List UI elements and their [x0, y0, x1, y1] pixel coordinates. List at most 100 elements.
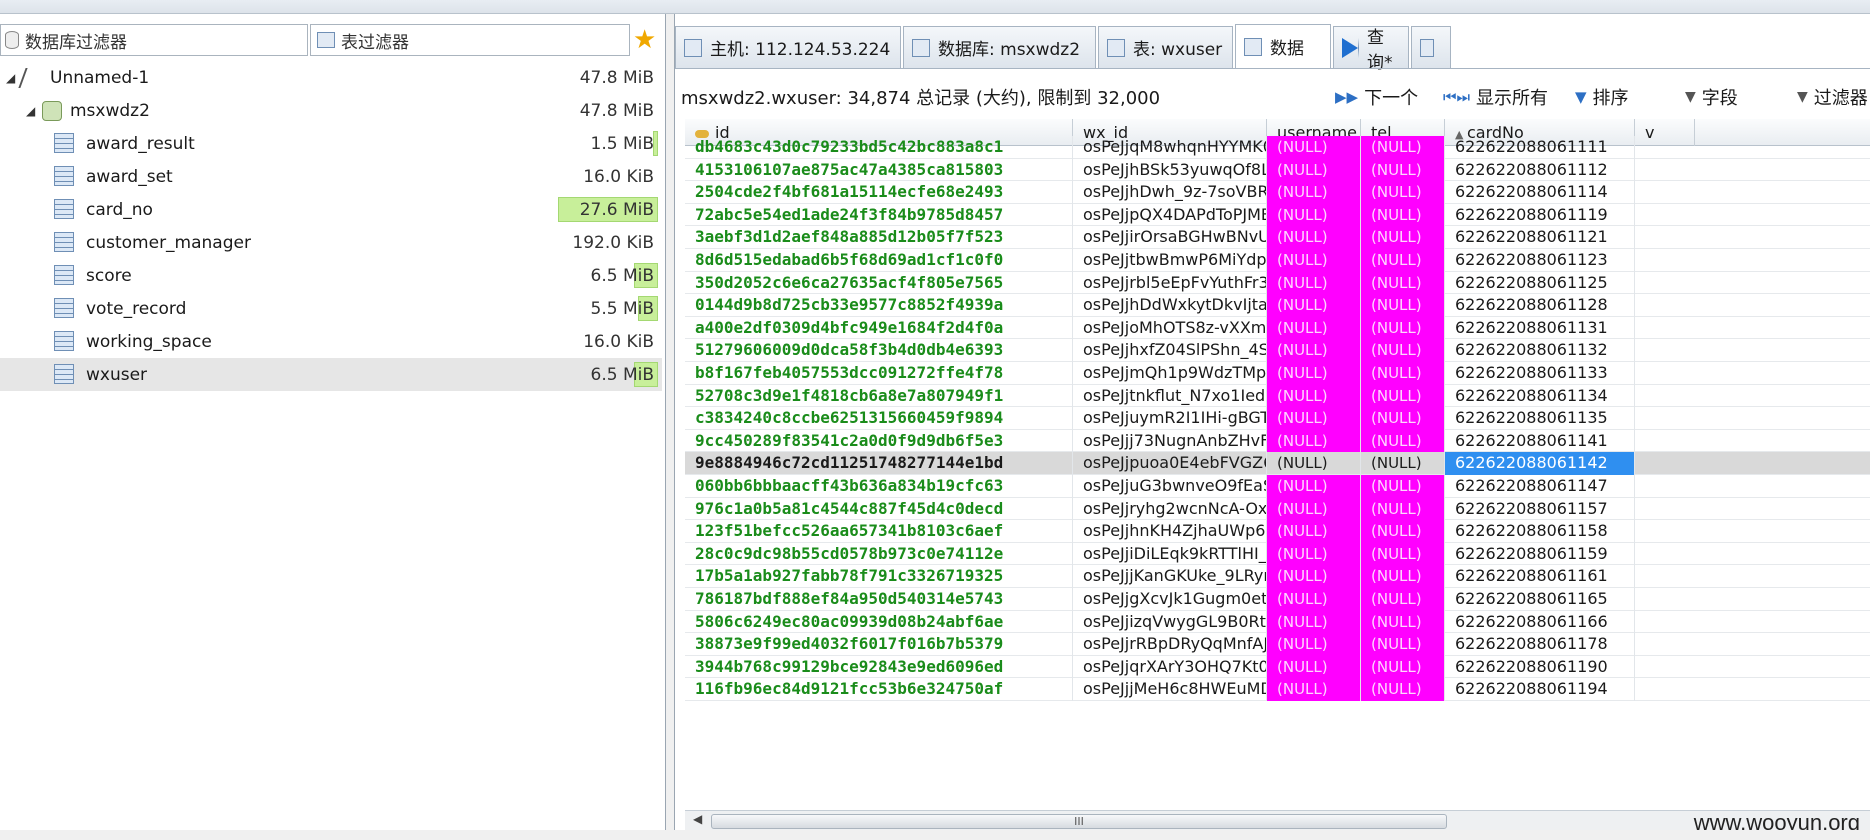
cell-wx_id[interactable]: osPeJjhDwh_9z-7soVBRia2ZP_Sk: [1073, 181, 1267, 204]
cell-username[interactable]: (NULL): [1267, 542, 1361, 566]
cell-tel[interactable]: (NULL): [1361, 316, 1445, 340]
cell-cardno[interactable]: 622622088061133: [1445, 362, 1635, 385]
favorite-star-icon[interactable]: ★: [633, 24, 656, 56]
cell-cardno[interactable]: 622622088061141: [1445, 429, 1635, 453]
cell-tel[interactable]: (NULL): [1361, 203, 1445, 227]
tree-item-score[interactable]: score 6.5 MiB: [0, 259, 662, 292]
cell-tel[interactable]: (NULL): [1361, 610, 1445, 634]
cell-id[interactable]: 3aebf3d1d2aef848a885d12b05f7f523: [685, 226, 1073, 249]
cell-id[interactable]: 9e8884946c72cd11251748277144e1bd: [685, 452, 1073, 475]
cell-wx_id[interactable]: osPeJjhDdWxkytDkvIjtak1De6dI: [1073, 294, 1267, 317]
cell-id[interactable]: a400e2df0309d4bfc949e1684f2d4f0a: [685, 316, 1073, 340]
cell-id[interactable]: 17b5a1ab927fabb78f791c3326719325: [685, 565, 1073, 588]
tree-item-award-result[interactable]: award_result 1.5 MiB: [0, 127, 662, 160]
cell-tel[interactable]: (NULL): [1361, 655, 1445, 679]
cell-username[interactable]: (NULL): [1267, 678, 1361, 701]
table-row[interactable]: a400e2df0309d4bfc949e1684f2d4f0a osPeJjoM…: [685, 316, 1870, 340]
database-filter-input[interactable]: 数据库过滤器: [0, 24, 308, 56]
table-row[interactable]: 5806c6249ec80ac09939d08b24abf6ae osPeJjiz…: [685, 610, 1870, 634]
table-row[interactable]: 4153106107ae875ac47a4385ca815803 osPeJjhB…: [685, 158, 1870, 182]
tree-item-award-set[interactable]: award_set 16.0 KiB: [0, 160, 662, 193]
cell-tel[interactable]: (NULL): [1361, 565, 1445, 588]
tab-data-grid[interactable]: 数据: [1235, 24, 1331, 68]
cell-username[interactable]: (NULL): [1267, 429, 1361, 453]
cell-tel[interactable]: (NULL): [1361, 475, 1445, 498]
scrollbar-thumb[interactable]: III: [711, 814, 1447, 829]
table-row[interactable]: c3834240c8ccbe6251315660459f9894 osPeJjuy…: [685, 407, 1870, 430]
cell-cardno[interactable]: 622622088061128: [1445, 294, 1635, 317]
table-row[interactable]: 72abc5e54ed1ade24f3f84b9785d8457 osPeJjpQ…: [685, 203, 1870, 227]
table-row[interactable]: 350d2052c6e6ca27635acf4f805e7565 osPeJjrb…: [685, 271, 1870, 295]
tab-new-tab[interactable]: [1411, 26, 1451, 68]
cell-tel[interactable]: (NULL): [1361, 271, 1445, 295]
cell-wx_id[interactable]: osPeJjqrXArY3OHQ7Kt0KnZb1zUc: [1073, 655, 1267, 679]
cell-id[interactable]: 51279606009d0dca58f3b4d0db4e6393: [685, 339, 1073, 362]
table-row[interactable]: 3944b768c99129bce92843e9ed6096ed osPeJjqr…: [685, 655, 1870, 679]
cell-cardno[interactable]: 622622088061142: [1445, 452, 1635, 475]
cell-wx_id[interactable]: osPeJjtbwBmwP6MiYdp2XhSstOxo: [1073, 249, 1267, 272]
cell-wx_id[interactable]: osPeJjpuoa0E4ebFVGZ6EM0P4kqM: [1073, 452, 1267, 475]
cell-wx_id[interactable]: osPeJjtnkflut_N7xo1Iedwl6DbI: [1073, 384, 1267, 408]
cell-wx_id[interactable]: osPeJjiDiLEqk9kRTTlHI_vWhTQo: [1073, 542, 1267, 566]
cell-id[interactable]: 123f51befcc526aa657341b8103c6aef: [685, 520, 1073, 543]
cell-cardno[interactable]: 622622088061135: [1445, 407, 1635, 430]
cell-id[interactable]: 8d6d515edabad6b5f68d69ad1cf1c0f0: [685, 249, 1073, 272]
cell-cardno[interactable]: 622622088061112: [1445, 158, 1635, 182]
cell-username[interactable]: (NULL): [1267, 588, 1361, 611]
table-row[interactable]: 38873e9f99ed4032f6017f016b7b5379 osPeJjrR…: [685, 633, 1870, 656]
cell-cardno[interactable]: 622622088061123: [1445, 249, 1635, 272]
table-row[interactable]: 976c1a0b5a81c4544c887f45d4c0decd osPeJjry…: [685, 497, 1870, 521]
table-row[interactable]: 9e8884946c72cd11251748277144e1bd osPeJjpu…: [685, 452, 1870, 475]
table-row[interactable]: 51279606009d0dca58f3b4d0db4e6393 osPeJjhx…: [685, 339, 1870, 362]
cell-wx_id[interactable]: osPeJjrbl5eEpFvYuthFr3AB4Yj8: [1073, 271, 1267, 295]
cell-tel[interactable]: (NULL): [1361, 407, 1445, 430]
cell-cardno[interactable]: 622622088061157: [1445, 497, 1635, 521]
cell-tel[interactable]: (NULL): [1361, 520, 1445, 543]
table-row[interactable]: 0144d9b8d725cb33e9577c8852f4939a osPeJjhD…: [685, 294, 1870, 317]
cell-username[interactable]: (NULL): [1267, 452, 1361, 475]
cell-cardno[interactable]: 622622088061125: [1445, 271, 1635, 295]
cell-username[interactable]: (NULL): [1267, 203, 1361, 227]
expand-arrow-icon[interactable]: ◢: [6, 71, 15, 85]
cell-wx_id[interactable]: osPeJjhBSk53yuwqOf8LOoR63SUY: [1073, 158, 1267, 182]
scroll-left-icon[interactable]: ◀: [693, 812, 702, 826]
table-row[interactable]: 28c0c9dc98b55cd0578b973c0e74112e osPeJjiD…: [685, 542, 1870, 566]
cell-wx_id[interactable]: osPeJjhxfZ04SlPShn_4S4sbi4VY: [1073, 339, 1267, 362]
cell-cardno[interactable]: 622622088061165: [1445, 588, 1635, 611]
cell-wx_id[interactable]: osPeJjrRBpDRyQqMnfAJ1phV_xGM: [1073, 633, 1267, 656]
cell-tel[interactable]: (NULL): [1361, 452, 1445, 475]
cell-tel[interactable]: (NULL): [1361, 339, 1445, 362]
cell-id[interactable]: b8f167feb4057553dcc091272ffe4f78: [685, 362, 1073, 385]
cell-username[interactable]: (NULL): [1267, 633, 1361, 656]
cell-id[interactable]: 9cc450289f83541c2a0d0f9d9db6f5e3: [685, 429, 1073, 453]
table-row[interactable]: 786187bdf888ef84a950d540314e5743 osPeJjgX…: [685, 588, 1870, 611]
cell-wx_id[interactable]: osPeJjizqVwygGL9B0Rtn508ghqQ: [1073, 610, 1267, 634]
cell-username[interactable]: (NULL): [1267, 136, 1361, 159]
table-filter-input[interactable]: 表过滤器: [310, 24, 630, 56]
horizontal-scrollbar[interactable]: ◀ III: [685, 810, 1870, 830]
cell-id[interactable]: c3834240c8ccbe6251315660459f9894: [685, 407, 1073, 430]
tab-database[interactable]: 数据库: msxwdz2: [903, 26, 1096, 68]
cell-tel[interactable]: (NULL): [1361, 542, 1445, 566]
cell-wx_id[interactable]: osPeJjoMhOTS8z-vXXmyRVNPx0ik: [1073, 316, 1267, 340]
cell-cardno[interactable]: 622622088061119: [1445, 203, 1635, 227]
tree-item-vote-record[interactable]: vote_record 5.5 MiB: [0, 292, 662, 325]
cell-tel[interactable]: (NULL): [1361, 678, 1445, 701]
cell-cardno[interactable]: 622622088061111: [1445, 136, 1635, 159]
cell-id[interactable]: 2504cde2f4bf681a15114ecfe68e2493: [685, 181, 1073, 204]
cell-wx_id[interactable]: osPeJjj73NugnAnbZHvFoMFAWhEc: [1073, 429, 1267, 453]
table-row[interactable]: 116fb96ec84d9121fcc53b6e324750af osPeJjjM…: [685, 678, 1870, 701]
cell-cardno[interactable]: 622622088061134: [1445, 384, 1635, 408]
cell-cardno[interactable]: 622622088061166: [1445, 610, 1635, 634]
tree-item-wxuser[interactable]: wxuser 6.5 MiB: [0, 358, 662, 391]
cell-id[interactable]: 38873e9f99ed4032f6017f016b7b5379: [685, 633, 1073, 656]
cell-tel[interactable]: (NULL): [1361, 294, 1445, 317]
cell-username[interactable]: (NULL): [1267, 520, 1361, 543]
cell-wx_id[interactable]: osPeJjpQX4DAPdToPJMBDdJMzOSA: [1073, 203, 1267, 227]
cell-id[interactable]: 0144d9b8d725cb33e9577c8852f4939a: [685, 294, 1073, 317]
cell-wx_id[interactable]: osPeJjhnKH4ZjhaUWp6GfmPqQipU: [1073, 520, 1267, 543]
expand-arrow-icon[interactable]: ◢: [26, 104, 35, 118]
cell-tel[interactable]: (NULL): [1361, 249, 1445, 272]
cell-id[interactable]: db4683c43d0c79233bd5c42bc883a8c1: [685, 136, 1073, 159]
cell-id[interactable]: 28c0c9dc98b55cd0578b973c0e74112e: [685, 542, 1073, 566]
